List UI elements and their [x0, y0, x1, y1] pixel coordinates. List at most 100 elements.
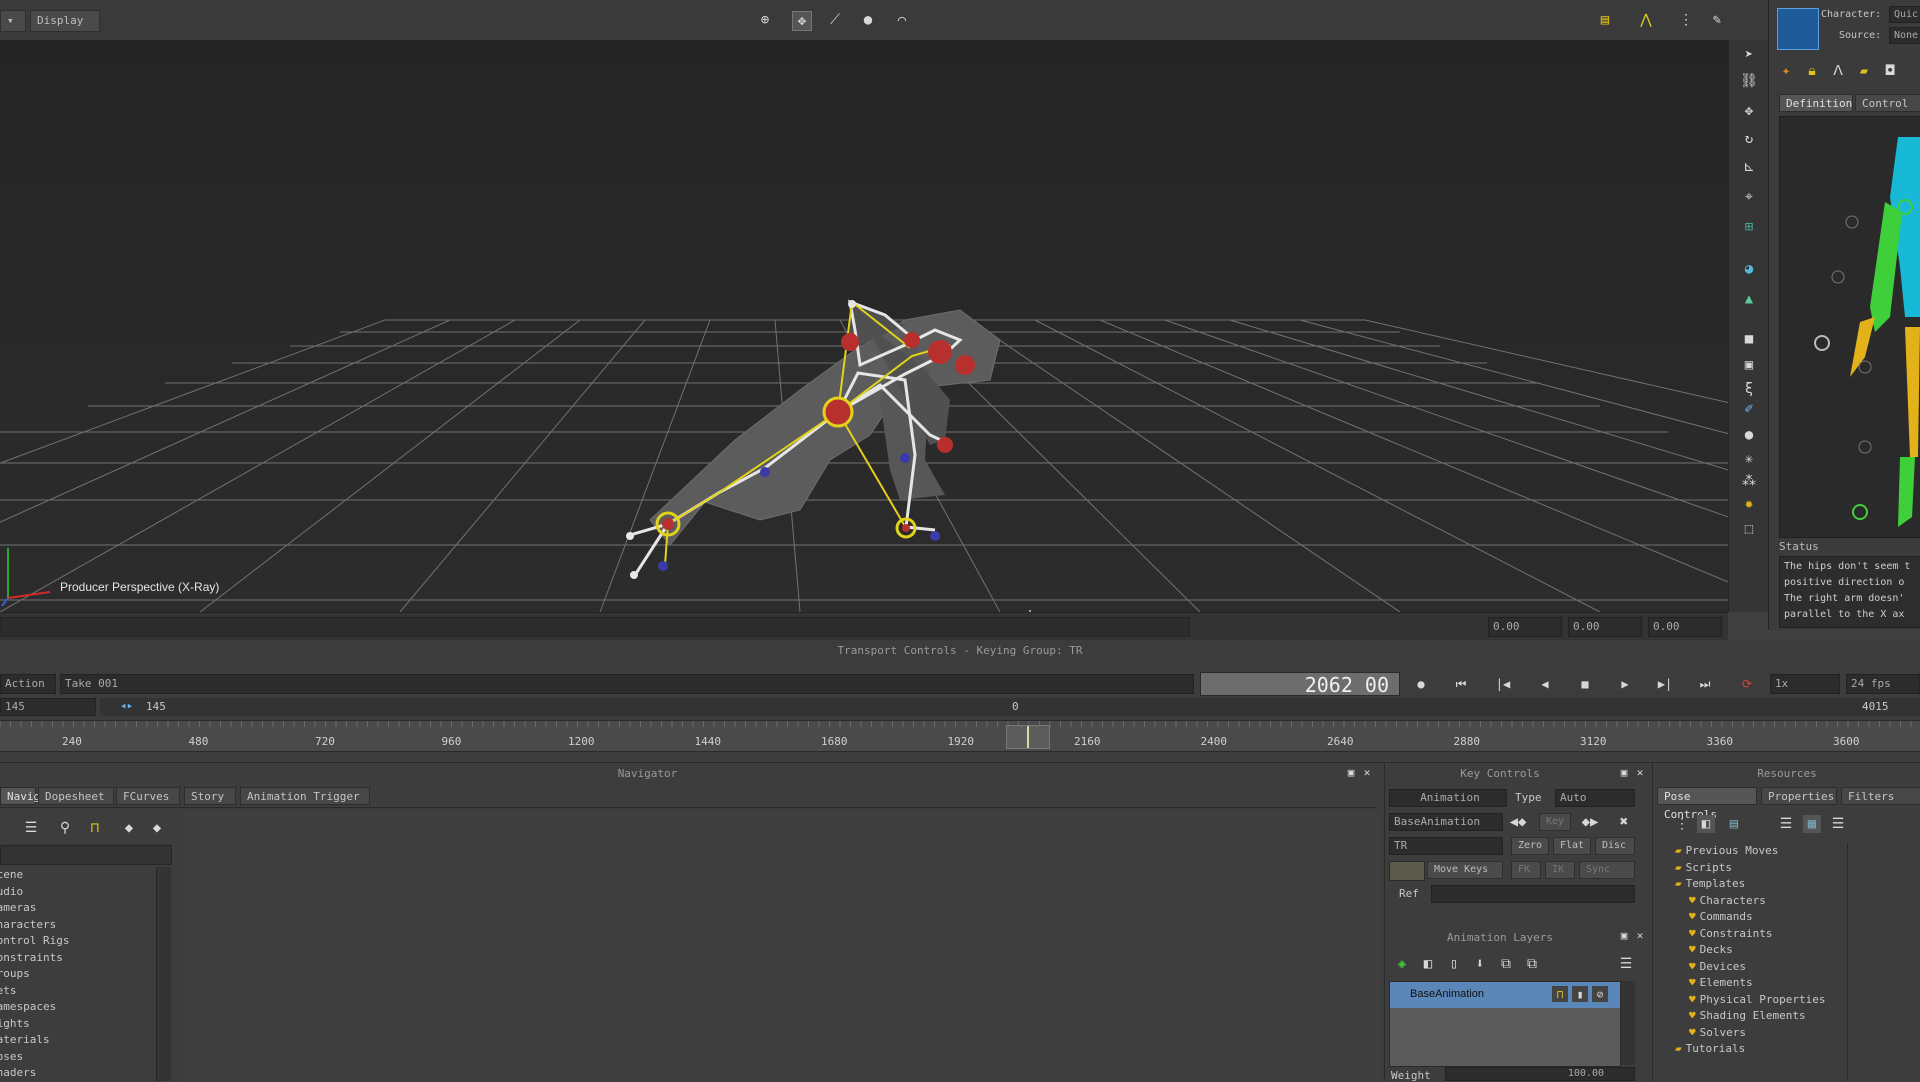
cube-icon[interactable]: ■	[1740, 330, 1758, 348]
lock-small-icon[interactable]: 🔒︎	[1803, 62, 1821, 80]
ik-button[interactable]: IK	[1545, 861, 1575, 879]
rotate-icon[interactable]: ↻	[1740, 130, 1758, 148]
move-keys-button[interactable]: Move Keys	[1427, 861, 1503, 879]
folder-icon[interactable]: ▰	[1855, 62, 1873, 80]
tree-item[interactable]: Audio	[0, 884, 170, 901]
sphere-icon[interactable]: ●	[1740, 426, 1758, 444]
zero-button[interactable]: Zero	[1511, 837, 1549, 855]
filter-icon[interactable]: ⚲	[56, 819, 74, 837]
layer-mute-icon[interactable]: ▮	[1572, 986, 1588, 1002]
tree-item[interactable]: ▰ Scripts	[1653, 860, 1845, 877]
list-icon[interactable]: ☰	[1777, 815, 1795, 833]
lock-icon[interactable]: ▲	[1740, 290, 1758, 308]
ref-field[interactable]	[1431, 885, 1635, 903]
scene-tree-scrollbar[interactable]	[156, 867, 171, 1081]
tab-dopesheet[interactable]: Dopesheet	[38, 787, 114, 805]
3d-viewport[interactable]: Producer Perspective (X-Ray)	[0, 40, 1728, 612]
tree-item[interactable]: Control Rigs	[0, 933, 170, 950]
speed-dropdown[interactable]: 1x	[1770, 674, 1840, 694]
move-icon[interactable]: ✥	[1740, 102, 1758, 120]
tree-item[interactable]: ♥ Devices	[1653, 959, 1845, 976]
grid-icon[interactable]: ▦	[1803, 815, 1821, 833]
paint-icon[interactable]: ✐	[1740, 400, 1758, 418]
readout-y-field[interactable]: 0.00	[1568, 617, 1642, 637]
readout-x-field[interactable]: 0.00	[1488, 617, 1562, 637]
action-dropdown[interactable]: Action	[0, 674, 56, 694]
flat-button[interactable]: Flat	[1553, 837, 1591, 855]
curve-icon[interactable]: ⋀	[1637, 11, 1655, 29]
keyframe-icon[interactable]: ⊞	[1740, 218, 1758, 236]
hierarchy-icon[interactable]: ⋮	[1677, 11, 1695, 29]
tree-item[interactable]: ♥ Decks	[1653, 942, 1845, 959]
tab-pose-controls[interactable]: Pose Controls	[1657, 787, 1757, 821]
loop-icon[interactable]: ⟳	[1738, 675, 1756, 693]
camera-icon[interactable]: ◘	[1881, 62, 1899, 80]
playhead[interactable]	[1006, 725, 1050, 749]
stop-icon[interactable]: ■	[1576, 675, 1594, 693]
tree-item[interactable]: Constraints	[0, 950, 170, 967]
key-button[interactable]: Key	[1539, 813, 1571, 831]
tree-item[interactable]: ▰ Tutorials	[1653, 1041, 1845, 1058]
layer-delete-icon[interactable]: ▯	[1445, 955, 1463, 973]
base-layer-row[interactable]: BaseAnimation ⊓ ▮ ⊘	[1390, 982, 1620, 1008]
tab-animation-trigger[interactable]: Animation Trigger	[240, 787, 370, 805]
details-icon[interactable]: ☰	[1829, 815, 1847, 833]
keyctrl-close-icon[interactable]: ✕	[1631, 764, 1649, 782]
layer-dropdown[interactable]: BaseAnimation	[1389, 813, 1503, 831]
layer-options-icon[interactable]: ⧉	[1497, 955, 1515, 973]
play-reverse-icon[interactable]: ◀	[1536, 675, 1554, 693]
tree-item[interactable]: ♥ Constraints	[1653, 926, 1845, 943]
layer-duplicate-icon[interactable]: ◧	[1419, 955, 1437, 973]
layer-merge-icon[interactable]: ⬇	[1471, 955, 1489, 973]
orbit-tool-icon[interactable]: ⊕	[756, 11, 774, 29]
layer-solo-icon[interactable]: ⊘	[1592, 986, 1608, 1002]
disc-button[interactable]: Disc	[1595, 837, 1635, 855]
stack-view-icon[interactable]: ▤	[1725, 815, 1743, 833]
arc-tool-icon[interactable]: ⌒	[893, 11, 911, 29]
take-dropdown[interactable]: Take 001	[60, 674, 1194, 694]
tree-item[interactable]: ▰ Previous Moves	[1653, 843, 1845, 860]
add-layer-icon[interactable]: ◈	[1393, 955, 1411, 973]
pencil-icon[interactable]: ✎	[1708, 11, 1726, 29]
star-icon[interactable]: ✦	[1777, 62, 1795, 80]
cube-alt-icon[interactable]: ▣	[1740, 356, 1758, 374]
tab-filters[interactable]: Filters	[1841, 787, 1920, 805]
key-mode-dropdown[interactable]: Animation	[1389, 789, 1507, 807]
readout-z-field[interactable]: 0.00	[1648, 617, 1722, 637]
tab-fcurves[interactable]: FCurves	[116, 787, 180, 805]
color-bars-icon[interactable]: ▤	[1596, 11, 1614, 29]
goto-start-icon[interactable]: ⏮	[1452, 675, 1470, 693]
prev-key-icon[interactable]: |◀	[1494, 675, 1512, 693]
pivot-icon[interactable]: ⌖	[1740, 188, 1758, 206]
light-icon[interactable]: ✳	[1740, 450, 1758, 468]
layer-select-icon[interactable]: ⧉	[1523, 955, 1541, 973]
tree-item[interactable]: ♥ Elements	[1653, 975, 1845, 992]
list-view-icon[interactable]: ☰	[22, 819, 40, 837]
bulb-icon[interactable]: ✹	[1740, 495, 1758, 513]
bone-tool-icon[interactable]: ⟋	[826, 11, 844, 29]
tab-definition[interactable]: Definition	[1779, 94, 1853, 112]
keying-group-dropdown[interactable]: TR	[1389, 837, 1503, 855]
time-ruler[interactable]: 240 480 720 960 1200 1440 1680 1920 2160 2400 2640…	[0, 720, 1920, 752]
tree-item[interactable]: Groups	[0, 966, 170, 983]
sync-button[interactable]: Sync	[1579, 861, 1635, 879]
goto-end-icon[interactable]: ⏭	[1696, 675, 1714, 693]
translate-tool-icon[interactable]: ✥	[792, 11, 812, 31]
range-handle-icon[interactable]: ◂▸	[120, 699, 133, 712]
resources-tree[interactable]: ▰ Previous Moves ▰ Scripts ▰ Templates ♥ Charac…	[1653, 843, 1845, 1081]
viewport-scrollbar[interactable]	[0, 617, 1190, 637]
tree-item[interactable]: Characters	[0, 917, 170, 934]
timecode-display[interactable]: 2062 00	[1200, 672, 1400, 697]
layers-close-icon[interactable]: ✕	[1631, 927, 1649, 945]
tree-item[interactable]: ♥ Solvers	[1653, 1025, 1845, 1042]
tree-item[interactable]: Cameras	[0, 900, 170, 917]
range-slider[interactable]	[100, 698, 1920, 716]
type-dropdown[interactable]: Auto	[1555, 789, 1635, 807]
layers-scrollbar[interactable]	[1621, 981, 1635, 1065]
range-start-field[interactable]: 145	[0, 698, 96, 716]
character-figure-view[interactable]	[1779, 116, 1920, 538]
next-key-icon[interactable]: ▶|	[1656, 675, 1674, 693]
chain-select-icon[interactable]: ⛓	[1740, 72, 1758, 90]
fps-dropdown[interactable]: 24 fps	[1846, 674, 1920, 694]
tab-control[interactable]: Control	[1855, 94, 1920, 112]
